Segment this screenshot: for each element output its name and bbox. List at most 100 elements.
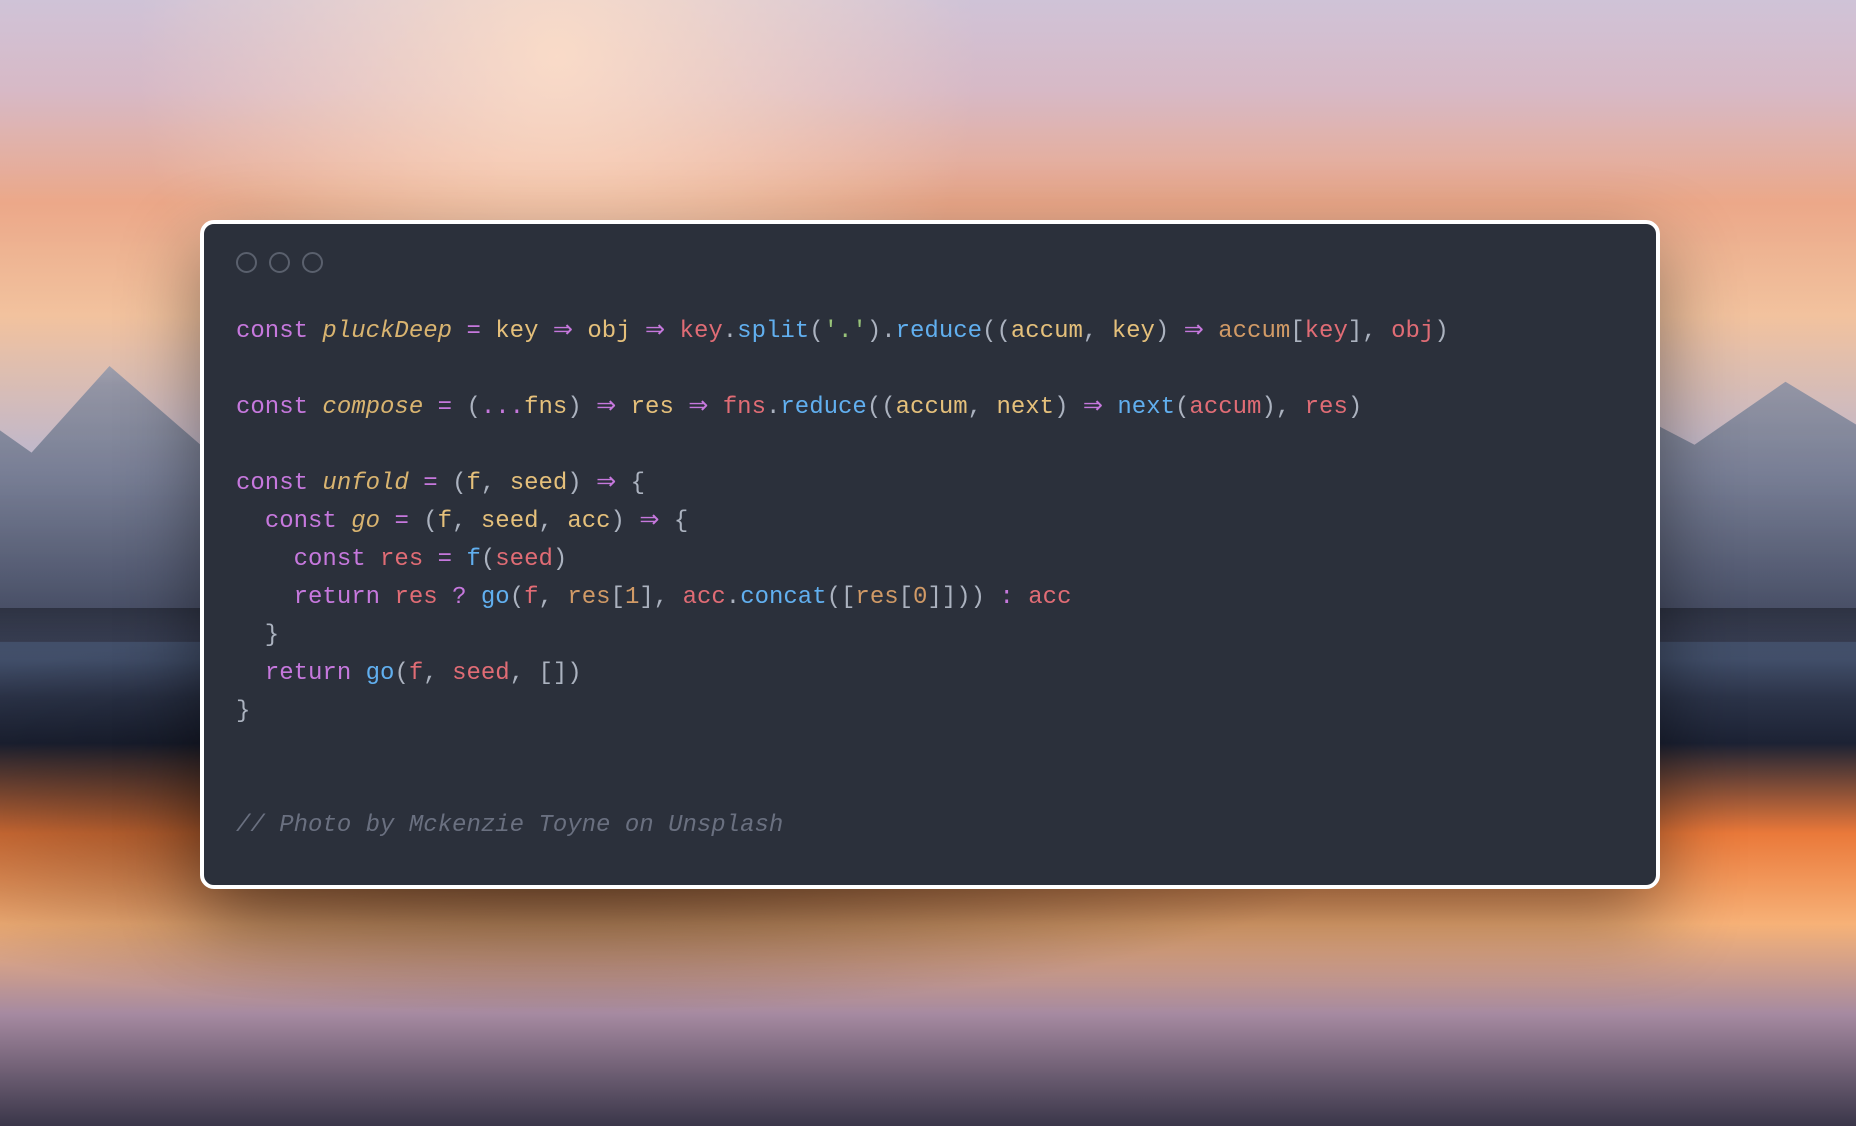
code-token-pun: (( (867, 394, 896, 421)
code-token-pun: , (1362, 318, 1391, 345)
code-token-pun: , (539, 508, 568, 535)
code-token-id: res (1305, 394, 1348, 421)
code-token-pun (631, 318, 645, 345)
code-token-ar: ⇒ (596, 470, 616, 497)
code-token-pun: ( (1175, 394, 1189, 421)
code-token-pun (616, 394, 630, 421)
code-token-kw: return (294, 584, 395, 611)
code-token-pun (438, 584, 452, 611)
close-icon[interactable] (236, 252, 257, 273)
code-editor[interactable]: const pluckDeep = key ⇒ obj ⇒ key.split(… (236, 313, 1624, 845)
code-token-op: = (423, 546, 466, 573)
code-token-ar: ⇒ (688, 394, 708, 421)
code-token-call: next (1117, 394, 1175, 421)
code-token-pun: ) (1054, 394, 1083, 421)
code-token-pr: seed (481, 508, 539, 535)
code-token-pun: ([ (827, 584, 856, 611)
window-controls (236, 252, 1624, 273)
code-token-call: reduce (896, 318, 982, 345)
code-token-pun: ] (639, 584, 653, 611)
code-token-call: f (466, 546, 480, 573)
code-token-pun: ) (567, 394, 596, 421)
code-token-pun (1204, 318, 1218, 345)
code-token-pr: key (495, 318, 538, 345)
code-token-op: : (999, 584, 1013, 611)
code-token-pun: [ (899, 584, 913, 611)
code-window: const pluckDeep = key ⇒ obj ⇒ key.split(… (200, 220, 1660, 889)
code-token-kw: return (265, 660, 366, 687)
zoom-icon[interactable] (302, 252, 323, 273)
code-token-pun (236, 546, 294, 573)
code-token-id: key (680, 318, 723, 345)
code-token-pun: , (654, 584, 683, 611)
code-token-pun (236, 508, 265, 535)
code-token-ar: ⇒ (553, 318, 573, 345)
code-token-pun (538, 318, 552, 345)
code-token-pun: ( (809, 318, 823, 345)
code-token-pr: next (996, 394, 1054, 421)
code-token-id: res (380, 546, 423, 573)
code-token-pun: ) (567, 470, 596, 497)
code-token-kw: const (236, 318, 322, 345)
code-token-call: reduce (780, 394, 866, 421)
code-token-pr: key (1112, 318, 1155, 345)
code-token-pun: ) (1155, 318, 1184, 345)
minimize-icon[interactable] (269, 252, 290, 273)
code-token-pun: , (1083, 318, 1112, 345)
code-token-pun: } (236, 698, 250, 725)
code-token-pun (466, 584, 480, 611)
code-token-ar: ⇒ (645, 318, 665, 345)
code-token-pun: , []) (510, 660, 582, 687)
code-token-pun: ( (510, 584, 524, 611)
code-token-op: = (423, 394, 466, 421)
code-token-fn: unfold (322, 470, 408, 497)
code-token-pun: ]])) (927, 584, 985, 611)
code-token-pun: . (726, 584, 740, 611)
code-token-pun: { (616, 470, 645, 497)
code-token-id: res (394, 584, 437, 611)
code-token-call: concat (740, 584, 826, 611)
code-token-num: 1 (625, 584, 639, 611)
code-token-call: go (366, 660, 395, 687)
code-token-pun: . (723, 318, 737, 345)
code-token-pr: accum (896, 394, 968, 421)
code-token-pr: fns (524, 394, 567, 421)
code-token-pun (674, 394, 688, 421)
code-token-pun (665, 318, 679, 345)
code-token-op: ... (481, 394, 524, 421)
code-token-id: seed (452, 660, 510, 687)
code-token-pun (708, 394, 722, 421)
code-token-pun: ( (466, 394, 480, 421)
code-token-obj: res (567, 584, 610, 611)
code-token-id: f (409, 660, 423, 687)
code-token-pun: ( (481, 546, 495, 573)
code-token-pun: , (481, 470, 510, 497)
code-token-pun: ) (611, 508, 640, 535)
code-token-pun: ( (394, 660, 408, 687)
code-token-cmt: // Photo by Mckenzie Toyne on Unsplash (236, 812, 783, 839)
code-token-ar: ⇒ (639, 508, 659, 535)
code-token-pun: } (236, 622, 279, 649)
code-token-pun (1014, 584, 1028, 611)
code-token-id: f (524, 584, 538, 611)
code-token-fn: go (351, 508, 380, 535)
code-token-pun: ( (423, 508, 437, 535)
code-token-op: = (380, 508, 423, 535)
code-token-pr: obj (587, 318, 630, 345)
code-token-pun (573, 318, 587, 345)
code-token-pun: { (659, 508, 688, 535)
code-token-id: obj (1391, 318, 1434, 345)
code-token-call: split (737, 318, 809, 345)
code-token-ar: ⇒ (1083, 394, 1103, 421)
code-token-pr: f (466, 470, 480, 497)
code-token-pun: ( (452, 470, 466, 497)
code-token-fn: pluckDeep (322, 318, 452, 345)
code-token-kw: const (236, 394, 322, 421)
code-token-kw: const (265, 508, 351, 535)
code-token-pun: , (539, 584, 568, 611)
code-token-id: fns (723, 394, 766, 421)
code-token-pun: . (766, 394, 780, 421)
code-token-pun: [ (611, 584, 625, 611)
code-token-pun: , (1276, 394, 1305, 421)
code-token-kw: const (236, 470, 322, 497)
